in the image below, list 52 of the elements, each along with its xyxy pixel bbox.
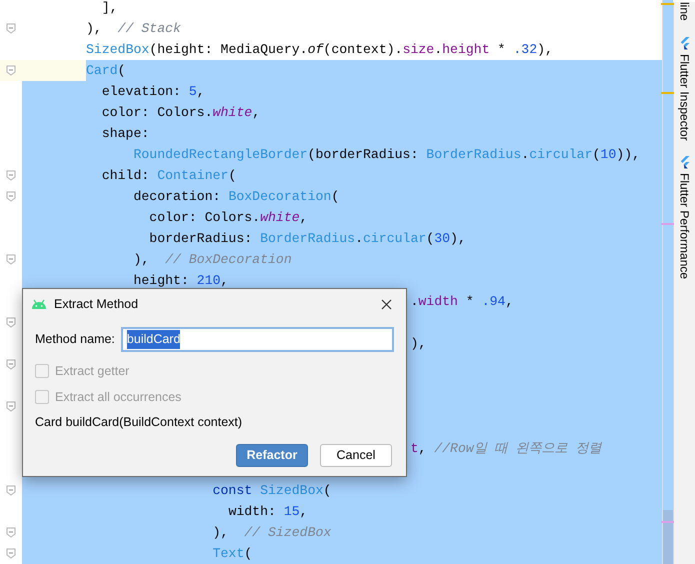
scroll-marker — [661, 223, 674, 225]
code-line: t, //Row일 때 왼쪽으로 정렬 — [410, 440, 602, 458]
close-icon[interactable] — [381, 298, 392, 310]
fold-marker[interactable] — [6, 527, 16, 538]
fold-marker[interactable] — [6, 548, 16, 559]
flutter-icon — [679, 156, 690, 170]
code-line: ), — [410, 335, 426, 353]
cancel-button[interactable]: Cancel — [320, 444, 392, 467]
dialog-title: Extract Method — [54, 296, 140, 313]
tool-window-tab[interactable]: line — [678, 2, 692, 21]
fold-marker[interactable] — [6, 401, 16, 412]
code-line: Card( — [86, 62, 126, 80]
code-line: Text( — [212, 545, 252, 563]
fold-marker[interactable] — [6, 485, 16, 496]
code-line: borderRadius: BorderRadius.circular(30), — [149, 230, 466, 248]
scroll-marker — [661, 3, 674, 5]
tool-window-tab[interactable]: Flutter Inspector — [678, 54, 692, 140]
code-line: SizedBox(height: MediaQuery.of(context).size.height * .32), — [86, 41, 553, 59]
scrollbar-thumb[interactable] — [663, 510, 673, 564]
checkbox-label: Extract all occurrences — [55, 388, 182, 406]
code-line: height: 210, — [133, 272, 228, 290]
code-line: ], — [102, 0, 118, 17]
code-line: color: Colors.white, — [149, 209, 308, 227]
method-signature: Card buildCard(BuildContext context) — [35, 414, 244, 431]
fold-marker[interactable] — [6, 191, 16, 202]
method-name-field[interactable]: buildCard — [120, 327, 394, 352]
fold-marker[interactable] — [6, 65, 16, 76]
fold-marker[interactable] — [6, 359, 16, 370]
fold-marker[interactable] — [6, 23, 16, 34]
scroll-marker — [661, 92, 674, 94]
refactor-button[interactable]: Refactor — [236, 444, 308, 467]
scroll-marker — [661, 521, 674, 523]
tool-window-tab[interactable]: Flutter Performance — [678, 173, 692, 280]
fold-marker[interactable] — [6, 254, 16, 265]
fold-marker[interactable] — [6, 170, 16, 181]
code-line: RoundedRectangleBorder(borderRadius: BorderRadius.circular(10)), — [133, 146, 640, 164]
code-line: ), // SizedBox — [212, 524, 332, 542]
method-name-label: Method name: — [35, 331, 115, 348]
code-line: ), // Stack — [86, 20, 181, 38]
code-line: const SizedBox( — [212, 482, 332, 500]
flutter-icon — [679, 36, 690, 50]
code-line: child: Container( — [102, 167, 236, 185]
code-line: shape: — [102, 125, 150, 143]
code-line: .width * .94, — [410, 293, 514, 311]
code-line: ), // BoxDecoration — [133, 251, 292, 269]
android-icon — [31, 299, 47, 309]
code-line: color: Colors.white, — [102, 104, 260, 122]
code-line: elevation: 5, — [102, 83, 205, 101]
code-line: decoration: BoxDecoration( — [133, 188, 340, 206]
fold-marker[interactable] — [6, 317, 16, 328]
code-line: width: 15, — [228, 503, 308, 521]
checkbox-label: Extract getter — [55, 362, 130, 380]
